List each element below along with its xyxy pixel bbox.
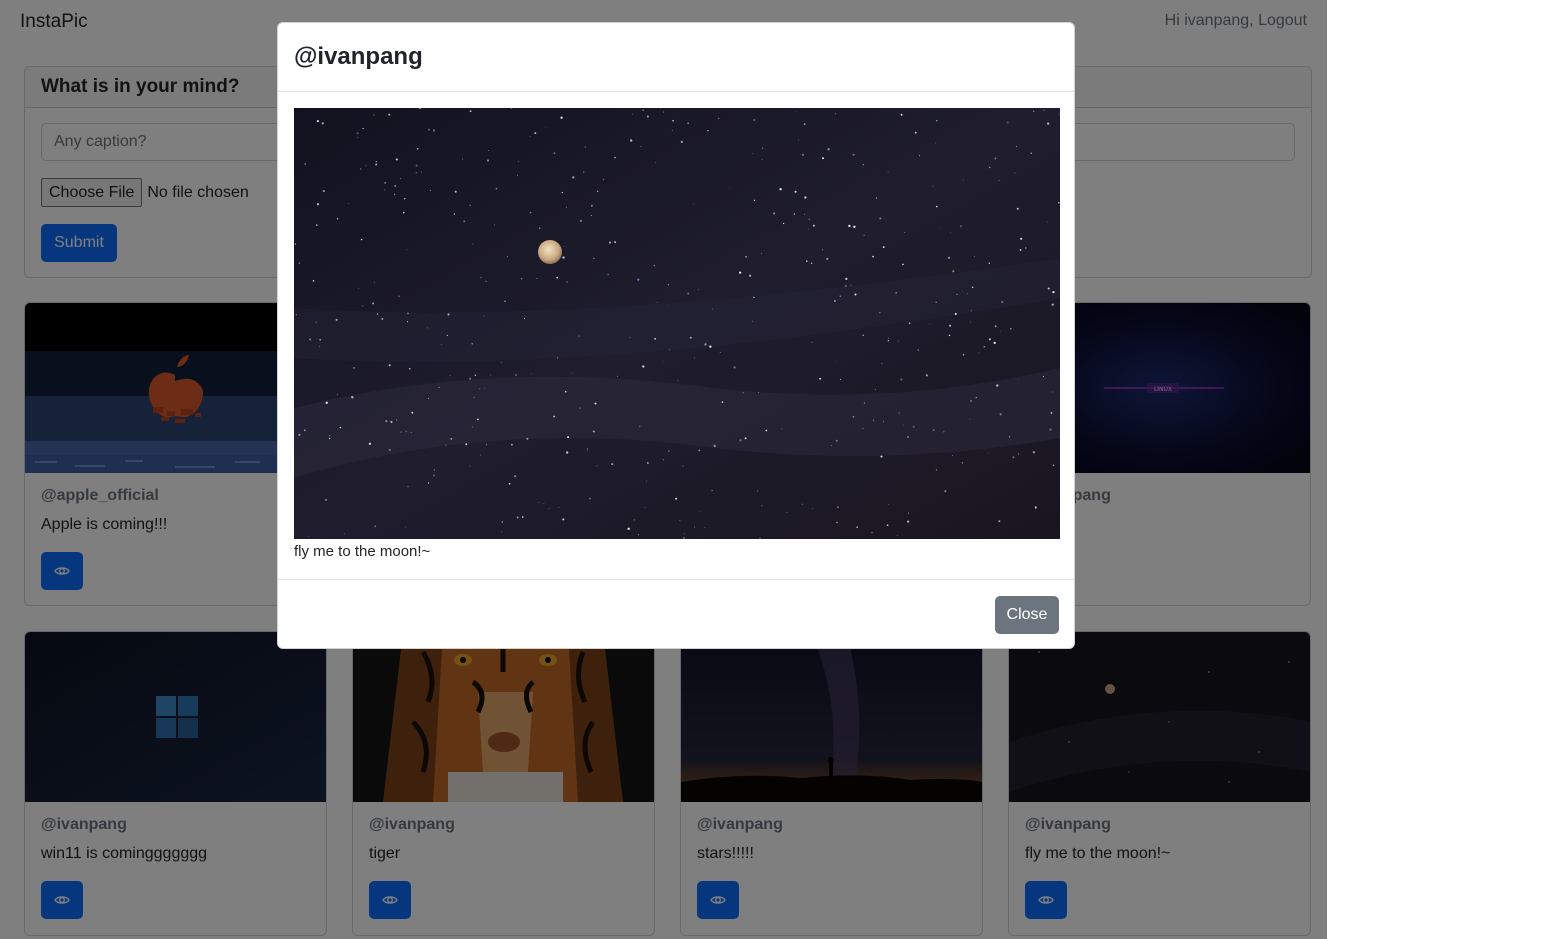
modal-footer: Close bbox=[278, 579, 1074, 649]
modal-caption: fly me to the moon!~ bbox=[294, 543, 431, 560]
moon-night-sky-image bbox=[294, 108, 1060, 539]
app-page: InstaPic Hi ivanpang, Logout What is in … bbox=[0, 0, 1327, 939]
modal-title: @ivanpang bbox=[294, 43, 423, 70]
post-detail-modal: @ivanpang fly me to the moon!~ Close bbox=[277, 22, 1075, 649]
modal-body: fly me to the moon!~ bbox=[294, 108, 1060, 560]
close-button[interactable]: Close bbox=[995, 596, 1059, 634]
modal-header: @ivanpang bbox=[278, 23, 1074, 92]
